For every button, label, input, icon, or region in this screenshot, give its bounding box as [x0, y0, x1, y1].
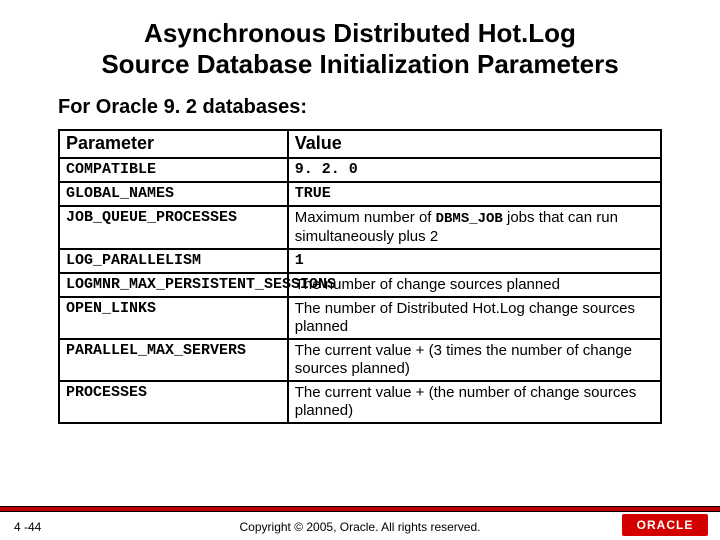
header-value: Value [288, 130, 661, 158]
param-name: OPEN_LINKS [59, 297, 288, 339]
title-line-1: Asynchronous Distributed Hot.Log [144, 18, 576, 48]
param-name: COMPATIBLE [59, 158, 288, 182]
table-row: PROCESSES The current value + (the numbe… [59, 381, 661, 423]
slide: Asynchronous Distributed Hot.Log Source … [0, 0, 720, 540]
content: Asynchronous Distributed Hot.Log Source … [0, 0, 720, 540]
param-value: The current value + (the number of chang… [288, 381, 661, 423]
subhead: For Oracle 9. 2 databases: [0, 90, 720, 129]
param-value: The number of change sources planned [288, 273, 661, 297]
value-code-inline: DBMS_JOB [436, 211, 503, 227]
page-title: Asynchronous Distributed Hot.Log Source … [0, 0, 720, 90]
value-text-pre: Maximum number of [295, 209, 436, 226]
footer-divider [0, 506, 720, 512]
table-row: PARALLEL_MAX_SERVERS The current value +… [59, 339, 661, 381]
param-value: The number of Distributed Hot.Log change… [288, 297, 661, 339]
table-row: JOB_QUEUE_PROCESSES Maximum number of DB… [59, 206, 661, 249]
parameter-table: Parameter Value COMPATIBLE 9. 2. 0 GLOBA… [58, 129, 662, 423]
param-name: JOB_QUEUE_PROCESSES [59, 206, 288, 249]
header-parameter: Parameter [59, 130, 288, 158]
table-row: LOG_PARALLELISM 1 [59, 249, 661, 273]
param-name: PARALLEL_MAX_SERVERS [59, 339, 288, 381]
parameter-table-wrap: Parameter Value COMPATIBLE 9. 2. 0 GLOBA… [0, 129, 720, 423]
param-name: GLOBAL_NAMES [59, 182, 288, 206]
table-row: GLOBAL_NAMES TRUE [59, 182, 661, 206]
param-name: PROCESSES [59, 381, 288, 423]
table-row: COMPATIBLE 9. 2. 0 [59, 158, 661, 182]
oracle-logo: ORACLE [622, 514, 708, 536]
param-value: TRUE [288, 182, 661, 206]
title-line-2: Source Database Initialization Parameter… [101, 49, 618, 79]
table-header-row: Parameter Value [59, 130, 661, 158]
param-value: Maximum number of DBMS_JOB jobs that can… [288, 206, 661, 249]
param-value: 9. 2. 0 [288, 158, 661, 182]
table-row: OPEN_LINKS The number of Distributed Hot… [59, 297, 661, 339]
copyright-text: Copyright © 2005, Oracle. All rights res… [0, 520, 720, 534]
table-row: LOGMNR_MAX_PERSISTENT_SESSIONS The numbe… [59, 273, 661, 297]
param-value: The current value + (3 times the number … [288, 339, 661, 381]
param-name: LOG_PARALLELISM [59, 249, 288, 273]
param-name: LOGMNR_MAX_PERSISTENT_SESSIONS [59, 273, 288, 297]
oracle-logo-text: ORACLE [637, 518, 694, 532]
footer: 4 -44 Copyright © 2005, Oracle. All righ… [0, 506, 720, 540]
param-value: 1 [288, 249, 661, 273]
